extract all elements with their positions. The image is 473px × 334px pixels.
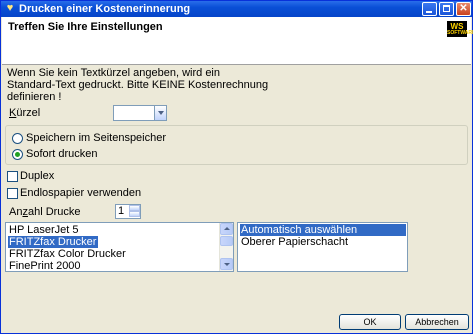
radio-sofort-drucken-label[interactable]: Sofort drucken <box>26 148 98 160</box>
radio-speichern[interactable] <box>12 133 23 144</box>
tray-item-selected[interactable]: Automatisch auswählen <box>240 224 406 236</box>
tray-item[interactable]: Oberer Papierschacht <box>240 236 350 248</box>
printer-item-selected[interactable]: FRITZfax Drucker <box>8 236 99 248</box>
endlospapier-label[interactable]: Endlospapier verwenden <box>20 187 141 199</box>
ok-button[interactable]: OK <box>339 314 401 330</box>
header-title: Treffen Sie Ihre Einstellungen <box>8 21 163 33</box>
copies-label: Anzahl Drucke <box>9 206 81 218</box>
dialog-window: ♥ Drucken einer Kostenerinnerung ✕ Treff… <box>0 0 473 334</box>
printer-list-scrollbar[interactable] <box>219 223 233 271</box>
cancel-button[interactable]: Abbrechen <box>405 314 469 330</box>
kuerzel-combobox[interactable] <box>113 105 167 121</box>
close-icon: ✕ <box>459 3 468 14</box>
duplex-checkbox[interactable] <box>7 171 18 182</box>
scroll-down-button[interactable] <box>220 258 233 270</box>
printer-item[interactable]: FinePrint 2000 <box>8 260 83 271</box>
maximize-button[interactable] <box>439 2 454 16</box>
kuerzel-label: Kürzel <box>9 107 40 119</box>
minimize-button[interactable] <box>422 2 437 16</box>
dialog-header: Treffen Sie Ihre Einstellungen WS SOFTWA… <box>2 17 473 65</box>
chevron-down-icon[interactable] <box>154 106 166 120</box>
ws-logo: WS SOFTWARE <box>447 21 473 37</box>
copies-label-prefix: An <box>9 206 23 218</box>
endlospapier-checkbox[interactable] <box>7 188 18 199</box>
info-line: Wenn Sie kein Textkürzel angeben, wird e… <box>7 67 220 79</box>
copies-label-rest: ahl Drucke <box>27 206 81 218</box>
kuerzel-label-rest: ürzel <box>16 107 41 119</box>
close-button[interactable]: ✕ <box>456 2 471 16</box>
logo-sub: SOFTWARE <box>447 30 473 36</box>
maximize-icon <box>443 5 450 12</box>
radio-speichern-label[interactable]: Speichern im Seitenspeicher <box>26 132 166 144</box>
info-line: Standard-Text gedruckt. Bitte KEINE Kost… <box>7 79 269 91</box>
window-title: Drucken einer Kostenerinnerung <box>19 3 191 15</box>
printer-item[interactable]: HP LaserJet 5 <box>8 224 81 236</box>
radio-sofort-drucken[interactable] <box>12 149 23 160</box>
info-text: Wenn Sie kein Textkürzel angeben, wird e… <box>7 67 277 103</box>
output-mode-group: Speichern im Seitenspeicher Sofort druck… <box>5 125 468 165</box>
copies-value: 1 <box>118 205 125 217</box>
scroll-up-button[interactable] <box>220 223 233 235</box>
printer-bulb-icon: ♥ <box>6 2 14 14</box>
copies-spinner[interactable]: 1 <box>115 204 141 219</box>
title-bar[interactable]: ♥ Drucken einer Kostenerinnerung ✕ <box>1 1 472 17</box>
paper-tray-list[interactable]: Automatisch auswählen Oberer Papierschac… <box>237 222 408 272</box>
duplex-label[interactable]: Duplex <box>20 170 54 182</box>
scroll-thumb[interactable] <box>220 236 233 246</box>
minimize-icon <box>426 11 432 13</box>
printer-item[interactable]: FRITZfax Color Drucker <box>8 248 128 260</box>
spin-down-button[interactable] <box>129 211 140 217</box>
printer-list[interactable]: HP LaserJet 5 FRITZfax Drucker FRITZfax … <box>5 222 234 272</box>
info-line: definieren ! <box>7 91 62 103</box>
